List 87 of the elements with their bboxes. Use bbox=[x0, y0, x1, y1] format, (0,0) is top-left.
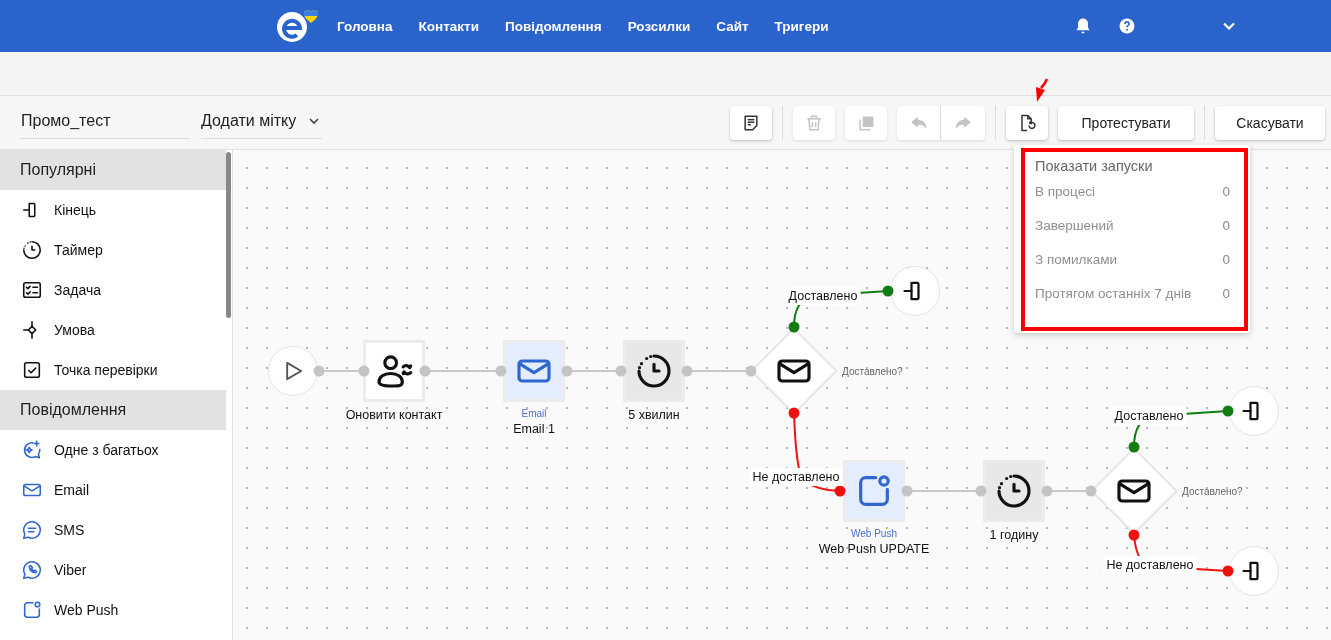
action-node[interactable] bbox=[363, 340, 425, 402]
port-dot[interactable] bbox=[834, 485, 846, 497]
section-header[interactable]: Повідомлення bbox=[0, 390, 226, 430]
condition-question: Доставлено? bbox=[1182, 485, 1243, 497]
port-dot[interactable] bbox=[495, 365, 507, 377]
port-dot[interactable] bbox=[901, 485, 913, 497]
cancel-button[interactable]: Скасувати bbox=[1215, 105, 1325, 140]
campaign-name-field[interactable]: Промо_тест bbox=[20, 106, 190, 139]
help-icon[interactable] bbox=[1117, 16, 1137, 36]
start-node[interactable] bbox=[268, 346, 318, 396]
timer-node[interactable] bbox=[983, 460, 1045, 522]
palette-item[interactable]: Одне з багатьох bbox=[0, 430, 232, 470]
port-dot[interactable] bbox=[1041, 485, 1053, 497]
branch-label: Доставлено bbox=[785, 287, 861, 305]
node-label: Email 1 bbox=[513, 421, 555, 437]
node-label: Web Push UPDATE bbox=[818, 541, 930, 557]
port-dot[interactable] bbox=[561, 365, 573, 377]
sms-icon bbox=[21, 519, 43, 541]
webpush-icon bbox=[21, 599, 43, 621]
port-dot[interactable] bbox=[1222, 405, 1234, 417]
end-node[interactable] bbox=[890, 266, 940, 316]
nav-link[interactable]: Сайт bbox=[716, 18, 749, 34]
palette-item[interactable]: Web Push bbox=[0, 590, 232, 630]
palette-item[interactable]: Задача bbox=[0, 270, 232, 310]
scrollbar-thumb[interactable] bbox=[226, 152, 231, 318]
viber-icon bbox=[21, 559, 43, 581]
port-dot[interactable] bbox=[788, 321, 800, 333]
end-node[interactable] bbox=[1229, 546, 1279, 596]
palette-item[interactable]: Точка перевірки bbox=[0, 350, 232, 390]
port-dot[interactable] bbox=[975, 485, 987, 497]
timer-node[interactable] bbox=[623, 340, 685, 402]
port-dot[interactable] bbox=[1222, 565, 1234, 577]
email-node[interactable] bbox=[503, 340, 565, 402]
tag-dropdown[interactable]: Додати мітку bbox=[201, 106, 322, 139]
branch-label: Не доставлено bbox=[749, 468, 843, 486]
node-type-label: Email bbox=[521, 407, 547, 421]
timer-icon bbox=[21, 239, 43, 261]
nav-link[interactable]: Розсилки bbox=[627, 18, 691, 34]
node-type-label: Web Push bbox=[851, 527, 897, 541]
nav-link[interactable]: Тригери bbox=[774, 18, 829, 34]
node-label: Оновити контакт bbox=[345, 407, 443, 423]
pointer-arrow-icon bbox=[1033, 78, 1049, 104]
palette-item[interactable]: Таймер bbox=[0, 230, 232, 270]
port-dot[interactable] bbox=[1085, 485, 1097, 497]
launch-stat-count: 0 bbox=[1222, 251, 1230, 267]
launch-stat-label: Протягом останніх 7 днів bbox=[1035, 285, 1192, 301]
multi-icon bbox=[21, 439, 43, 461]
node-label: 1 годину bbox=[989, 527, 1039, 543]
palette-item[interactable]: Кінець bbox=[0, 190, 232, 230]
condition-question: Доставлено? bbox=[842, 365, 903, 377]
note-button[interactable] bbox=[730, 105, 772, 140]
launches-button[interactable] bbox=[1006, 105, 1048, 140]
checkpoint-icon bbox=[21, 359, 43, 381]
launch-stat-label: З помилками bbox=[1035, 251, 1117, 267]
port-dot[interactable] bbox=[788, 407, 800, 419]
palette-item[interactable]: Email bbox=[0, 470, 232, 510]
port-dot[interactable] bbox=[313, 365, 325, 377]
branch-label: Доставлено bbox=[1111, 407, 1187, 425]
palette-item[interactable]: Умова bbox=[0, 310, 232, 350]
palette-item[interactable]: Viber bbox=[0, 550, 232, 590]
port-dot[interactable] bbox=[745, 365, 757, 377]
palette-item[interactable]: SMS bbox=[0, 510, 232, 550]
launch-stat-label: Завершений bbox=[1035, 217, 1114, 233]
end-node[interactable] bbox=[1229, 386, 1279, 436]
launch-stat-label: В процесі bbox=[1035, 183, 1095, 199]
launch-stat-count: 0 bbox=[1222, 285, 1230, 301]
port-dot[interactable] bbox=[358, 365, 370, 377]
launch-stat-count: 0 bbox=[1222, 217, 1230, 233]
port-dot[interactable] bbox=[615, 365, 627, 377]
timer-icon bbox=[994, 471, 1034, 511]
nav-link[interactable]: Повідомлення bbox=[504, 18, 602, 34]
branch-label: Не доставлено bbox=[1103, 556, 1197, 574]
node-label: 5 хвилин bbox=[628, 407, 680, 423]
nav-link[interactable]: Головна bbox=[337, 18, 393, 34]
port-dot[interactable] bbox=[1128, 529, 1140, 541]
test-button[interactable]: Протестувати bbox=[1058, 105, 1194, 140]
timer-icon bbox=[634, 351, 674, 391]
port-dot[interactable] bbox=[681, 365, 693, 377]
port-dot[interactable] bbox=[882, 285, 894, 297]
task-icon bbox=[21, 279, 43, 301]
launch-stat-count: 0 bbox=[1222, 183, 1230, 199]
webpush-node[interactable] bbox=[843, 460, 905, 522]
port-dot[interactable] bbox=[1128, 441, 1140, 453]
section-header[interactable]: Популярні bbox=[0, 150, 226, 190]
port-dot[interactable] bbox=[419, 365, 431, 377]
nav-link[interactable]: Контакти bbox=[418, 18, 479, 34]
popup-title: Показати запуски bbox=[1035, 158, 1154, 174]
